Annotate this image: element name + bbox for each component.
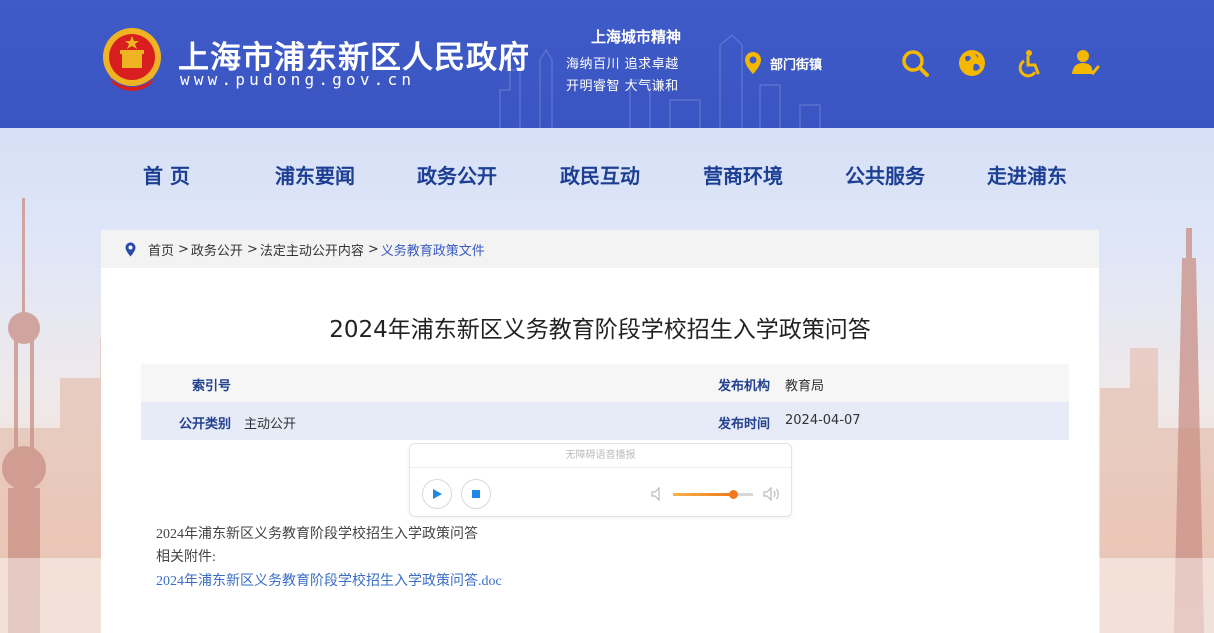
nav-business-environment[interactable]: 营商环境 (703, 160, 783, 189)
publish-date-value: 2024-04-07 (785, 413, 861, 428)
department-street-label: 部门街镇 (770, 57, 823, 73)
index-number-label: 索引号 (192, 379, 232, 394)
globe-icon[interactable] (957, 48, 987, 78)
attachment-file-link[interactable]: 2024年浦东新区义务教育阶段学校招生入学政策问答.doc (156, 570, 502, 590)
content-panel: 首页 > 政务公开 > 法定主动公开内容 > 义务教育政策文件 2024年浦东新… (101, 230, 1099, 633)
site-url: www.pudong.gov.cn (180, 70, 416, 89)
stop-icon (472, 490, 480, 498)
audio-player-label: 无障碍语音播报 (410, 444, 791, 468)
breadcrumb-statutory-disclosure[interactable]: 法定主动公开内容 (260, 240, 364, 259)
meta-row: 索引号 发布机构 教育局 (141, 364, 1069, 402)
location-pin-icon (125, 242, 136, 257)
stop-button[interactable] (461, 479, 491, 509)
breadcrumb-separator: > (246, 241, 258, 257)
disclosure-type-value: 主动公开 (244, 417, 297, 432)
disclosure-type-label: 公开类别 (179, 417, 232, 432)
site-header: 上海市浦东新区人民政府 www.pudong.gov.cn 上海城市精神 海纳百… (0, 0, 1214, 128)
department-street-link[interactable]: 部门街镇 (744, 50, 822, 76)
article-body-text: 2024年浦东新区义务教育阶段学校招生入学政策问答 (156, 527, 478, 542)
play-icon (433, 489, 442, 499)
volume-handle[interactable] (729, 490, 738, 499)
audio-player: 无障碍语音播报 (409, 443, 792, 517)
publisher-label: 发布机构 (718, 379, 771, 394)
nav-pudong-news[interactable]: 浦东要闻 (275, 160, 355, 189)
volume-up-icon[interactable] (762, 486, 782, 502)
publish-date-label: 发布时间 (718, 417, 771, 432)
breadcrumb-separator: > (178, 241, 189, 257)
breadcrumb-current[interactable]: 义务教育政策文件 (381, 240, 485, 259)
city-spirit-line-2: 开明睿智 大气谦和 (566, 79, 679, 94)
volume-fill (673, 493, 733, 496)
breadcrumb-home[interactable]: 首页 (148, 240, 174, 259)
breadcrumb-government-affairs[interactable]: 政务公开 (191, 240, 243, 259)
volume-down-icon[interactable] (650, 486, 664, 502)
national-emblem-logo (103, 28, 161, 91)
accessibility-icon[interactable] (1015, 48, 1045, 78)
attachments-label: 相关附件: (156, 550, 216, 565)
search-icon[interactable] (900, 48, 930, 78)
nav-public-services[interactable]: 公共服务 (845, 160, 925, 189)
breadcrumb-separator: > (367, 241, 379, 257)
nav-home[interactable]: 首 页 (143, 160, 190, 189)
main-nav: 首 页 浦东要闻 政务公开 政民互动 营商环境 公共服务 走进浦东 (0, 160, 1214, 196)
article-title: 2024年浦东新区义务教育阶段学校招生入学政策问答 (329, 317, 871, 343)
play-button[interactable] (422, 479, 452, 509)
breadcrumb: 首页 > 政务公开 > 法定主动公开内容 > 义务教育政策文件 (101, 230, 1099, 268)
volume-slider[interactable] (673, 490, 753, 499)
publisher-value: 教育局 (785, 379, 825, 394)
nav-about-pudong[interactable]: 走进浦东 (987, 160, 1067, 189)
nav-government-affairs[interactable]: 政务公开 (417, 160, 497, 189)
meta-row: 公开类别 主动公开 发布时间 2024-04-07 (141, 402, 1069, 440)
city-spirit-title: 上海城市精神 (590, 28, 681, 46)
user-icon[interactable] (1070, 48, 1100, 78)
location-pin-icon (745, 52, 761, 74)
city-spirit-line-1: 海纳百川 追求卓越 (566, 57, 679, 72)
article-meta-table: 索引号 发布机构 教育局 公开类别 主动公开 发布时间 2024-04-07 (141, 364, 1069, 440)
nav-interaction[interactable]: 政民互动 (560, 160, 640, 189)
